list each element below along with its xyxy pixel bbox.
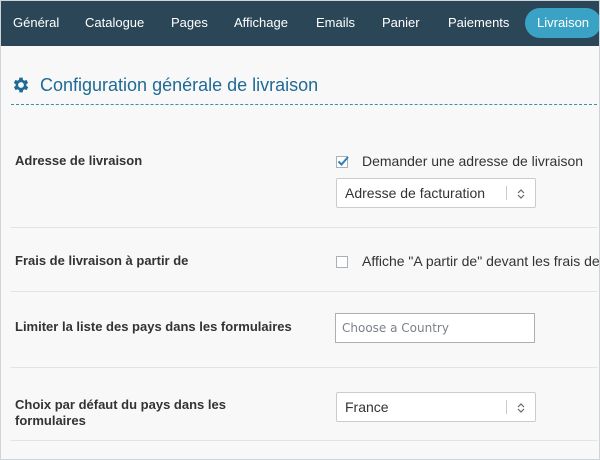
page-title: Configuration générale de livraison xyxy=(40,74,319,95)
row-separator xyxy=(11,291,597,292)
tab-panier[interactable]: Panier xyxy=(382,1,420,46)
show-from-price-checkbox-label: Affiche "A partir de" devant les frais d… xyxy=(362,253,600,269)
tab-livraison[interactable]: Livraison xyxy=(525,8,599,38)
default-country-label: Choix par défaut du pays dans les formul… xyxy=(15,397,226,428)
section-header: Configuration générale de livraison xyxy=(11,71,318,99)
tab-general[interactable]: Général xyxy=(13,1,59,46)
tab-catalogue[interactable]: Catalogue xyxy=(85,1,144,46)
tab-pages[interactable]: Pages xyxy=(171,1,208,46)
header-divider xyxy=(11,104,597,105)
row-separator xyxy=(11,227,597,228)
settings-window: Général Catalogue Pages Affichage Emails… xyxy=(0,0,600,460)
address-source-select[interactable]: Adresse de facturation xyxy=(336,178,536,208)
address-source-value: Adresse de facturation xyxy=(345,185,486,201)
select-divider xyxy=(506,400,507,414)
select-arrows-icon xyxy=(517,403,525,413)
shipping-fees-label: Frais de livraison à partir de xyxy=(15,253,189,268)
tab-affichage[interactable]: Affichage xyxy=(234,1,288,46)
select-divider xyxy=(506,186,507,200)
default-country-select[interactable]: France xyxy=(336,392,536,422)
checkmark-icon xyxy=(337,156,349,166)
select-arrows-icon xyxy=(517,189,525,199)
default-country-value: France xyxy=(345,399,389,415)
country-search-input[interactable]: Choose a Country xyxy=(335,313,535,343)
tab-emails[interactable]: Emails xyxy=(316,1,355,46)
show-from-price-checkbox[interactable] xyxy=(336,256,348,268)
row-separator xyxy=(11,367,597,368)
top-nav: Général Catalogue Pages Affichage Emails… xyxy=(1,1,599,46)
tab-paiements[interactable]: Paiements xyxy=(448,1,509,46)
address-label: Adresse de livraison xyxy=(15,153,143,168)
gear-icon xyxy=(13,77,29,93)
ask-address-checkbox-label: Demander une adresse de livraison xyxy=(362,153,584,169)
row-separator xyxy=(11,440,597,441)
ask-address-checkbox[interactable] xyxy=(336,156,349,168)
country-limit-label: Limiter la liste des pays dans les formu… xyxy=(15,319,292,334)
